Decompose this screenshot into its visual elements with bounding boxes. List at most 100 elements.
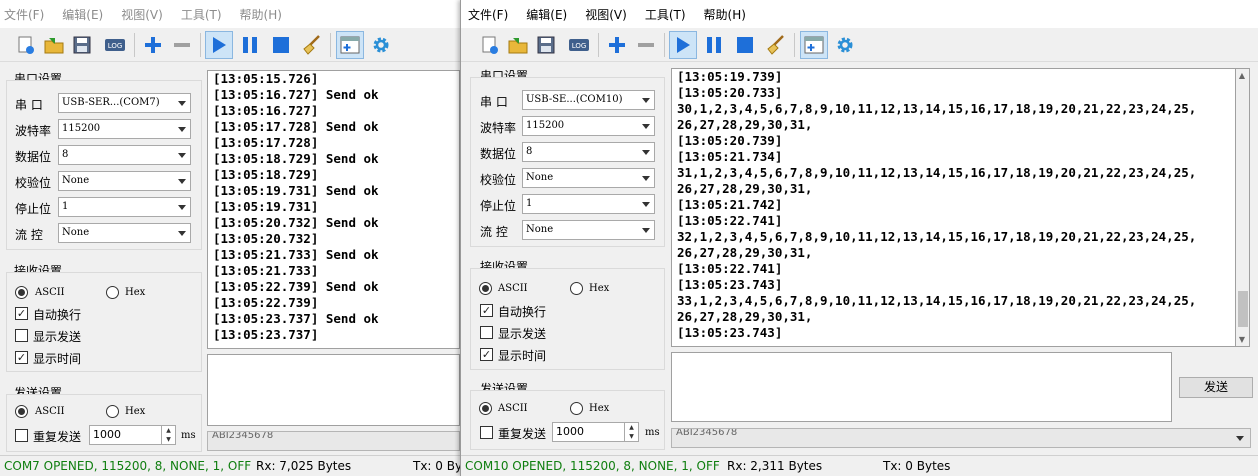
baud-select[interactable]: 115200	[522, 116, 655, 136]
send-ascii-radio[interactable]	[479, 402, 492, 415]
interval-stepper[interactable]: 1000 ▲ ▼	[89, 425, 176, 445]
receive-terminal[interactable]: [13:05:19.739] [13:05:20.733] 30,1,2,3,4…	[671, 68, 1236, 347]
stepper-arrows-icon[interactable]: ▲ ▼	[624, 423, 638, 441]
scrollbar-thumb[interactable]	[1238, 291, 1248, 327]
chevron-down-icon	[642, 150, 650, 155]
chevron-down-icon	[178, 127, 186, 132]
menu-edit[interactable]: 编辑(E)	[526, 6, 567, 23]
databits-select[interactable]: 8	[522, 142, 655, 162]
databits-select[interactable]: 8	[58, 145, 191, 165]
ms-label: ms	[181, 430, 196, 441]
stepper-arrows-icon[interactable]: ▲ ▼	[161, 426, 175, 444]
menu-tools[interactable]: 工具(T)	[645, 6, 686, 23]
terminal-scrollbar[interactable]: ▲ ▼	[1236, 68, 1250, 347]
open-folder-icon[interactable]	[40, 31, 68, 59]
show-send-label: 显示发送	[33, 330, 82, 344]
menu-help[interactable]: 帮助(H)	[704, 6, 746, 23]
send-ascii-radio[interactable]	[15, 405, 28, 418]
menu-tools[interactable]: 工具(T)	[181, 6, 222, 23]
add-icon[interactable]	[603, 31, 631, 59]
baud-value: 115200	[62, 123, 101, 134]
flow-select[interactable]: None	[522, 220, 655, 240]
menu-file[interactable]: 文件(F)	[468, 6, 508, 23]
send-hex-radio[interactable]	[570, 402, 583, 415]
parity-value: None	[526, 172, 554, 183]
ascii-label: ASCII	[498, 283, 528, 294]
ascii-radio[interactable]	[15, 286, 28, 299]
port-value: USB-SER...(COM7)	[62, 97, 160, 108]
parity-select[interactable]: None	[522, 168, 655, 188]
scroll-down-icon[interactable]: ▼	[1236, 335, 1248, 344]
show-send-checkbox[interactable]	[15, 329, 28, 342]
port-select[interactable]: USB-SE...(COM10)	[522, 90, 655, 110]
settings-gear-icon[interactable]	[831, 31, 859, 59]
menu-edit[interactable]: 编辑(E)	[62, 6, 103, 23]
send-hex-label: Hex	[125, 406, 146, 417]
flow-label: 流 控	[15, 228, 43, 242]
flow-select[interactable]: None	[58, 223, 191, 243]
baud-select[interactable]: 115200	[58, 119, 191, 139]
send-textarea[interactable]	[671, 352, 1172, 422]
clear-broom-icon[interactable]	[298, 31, 326, 59]
baud-label: 波特率	[15, 124, 52, 138]
send-button[interactable]: 发送	[1179, 377, 1253, 398]
add-window-icon[interactable]	[800, 31, 828, 59]
auto-wrap-checkbox[interactable]: ✓	[15, 307, 28, 320]
play-icon[interactable]	[205, 31, 233, 59]
remove-icon[interactable]	[168, 31, 196, 59]
chevron-down-icon	[178, 101, 186, 106]
clear-broom-icon[interactable]	[762, 31, 790, 59]
menu-view[interactable]: 视图(V)	[585, 6, 627, 23]
port-select[interactable]: USB-SER...(COM7)	[58, 93, 191, 113]
send-history-combo[interactable]: ABI2345678	[207, 431, 460, 451]
menu-view[interactable]: 视图(V)	[121, 6, 163, 23]
send-history-combo[interactable]: ABI2345678	[671, 428, 1251, 448]
ascii-radio[interactable]	[479, 282, 492, 295]
send-history-value: ABI2345678	[676, 428, 738, 438]
show-send-checkbox[interactable]	[480, 326, 493, 339]
port-label: 串 口	[15, 98, 43, 112]
stopbits-select[interactable]: 1	[58, 197, 191, 217]
stopbits-select[interactable]: 1	[522, 194, 655, 214]
pause-icon[interactable]	[700, 31, 728, 59]
add-icon[interactable]	[139, 31, 167, 59]
remove-icon[interactable]	[632, 31, 660, 59]
play-icon[interactable]	[669, 31, 697, 59]
repeat-send-checkbox[interactable]	[15, 429, 28, 442]
databits-value: 8	[62, 149, 69, 160]
chevron-down-icon	[642, 124, 650, 129]
pause-icon[interactable]	[236, 31, 264, 59]
auto-wrap-checkbox[interactable]: ✓	[480, 304, 493, 317]
send-hex-radio[interactable]	[106, 405, 119, 418]
hex-radio[interactable]	[570, 282, 583, 295]
stop-icon[interactable]	[267, 31, 295, 59]
add-window-icon[interactable]	[336, 31, 364, 59]
hex-radio[interactable]	[106, 286, 119, 299]
menu-help[interactable]: 帮助(H)	[240, 6, 282, 23]
log-icon[interactable]: LOG	[101, 31, 129, 59]
new-icon[interactable]	[476, 31, 504, 59]
save-icon[interactable]	[532, 31, 560, 59]
svg-text:LOG: LOG	[108, 42, 123, 50]
receive-terminal[interactable]: [13:05:15.726] [13:05:16.727] Send ok [1…	[207, 70, 460, 349]
auto-wrap-label: 自动换行	[498, 305, 547, 319]
scroll-up-icon[interactable]: ▲	[1236, 71, 1248, 80]
log-icon[interactable]: LOG	[565, 31, 593, 59]
repeat-send-checkbox[interactable]	[480, 426, 493, 439]
stop-icon[interactable]	[731, 31, 759, 59]
new-icon[interactable]	[12, 31, 40, 59]
menu-file[interactable]: 文件(F)	[4, 6, 44, 23]
save-icon[interactable]	[68, 31, 96, 59]
rx-count: Rx: 2,311 Bytes	[727, 459, 823, 473]
baud-label: 波特率	[480, 121, 517, 135]
port-status: COM7 OPENED, 115200, 8, NONE, 1, OFF	[4, 459, 252, 473]
show-time-checkbox[interactable]: ✓	[480, 348, 493, 361]
settings-gear-icon[interactable]	[367, 31, 395, 59]
show-time-checkbox[interactable]: ✓	[15, 351, 28, 364]
interval-stepper[interactable]: 1000 ▲ ▼	[552, 422, 639, 442]
open-folder-icon[interactable]	[504, 31, 532, 59]
show-send-label: 显示发送	[498, 327, 547, 341]
chevron-down-icon	[178, 153, 186, 158]
parity-select[interactable]: None	[58, 171, 191, 191]
send-textarea[interactable]	[207, 354, 460, 426]
